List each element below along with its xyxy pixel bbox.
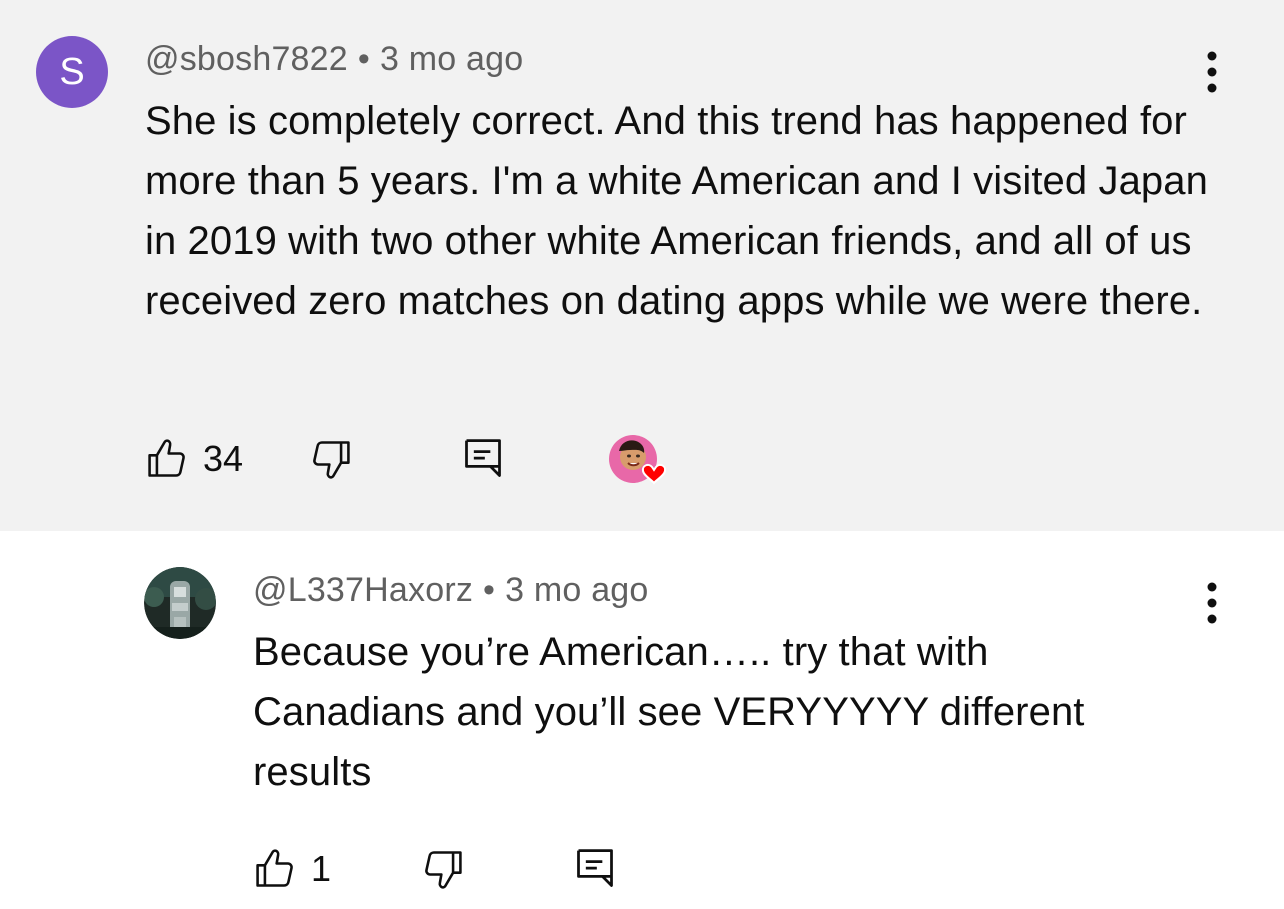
avatar-letter: S [59, 50, 85, 93]
comment-timestamp[interactable]: 3 mo ago [505, 571, 648, 609]
like-button[interactable]: 1 [253, 847, 331, 891]
more-vertical-icon[interactable] [1206, 50, 1218, 94]
comment-actions: 1 [253, 841, 617, 897]
comment-meta: @L337Haxorz • 3 mo ago [253, 571, 649, 610]
like-button[interactable]: 34 [145, 437, 243, 481]
thumbs-down-icon [313, 441, 350, 479]
avatar[interactable]: S [36, 36, 108, 108]
dislike-button[interactable] [309, 437, 353, 481]
like-count: 1 [311, 848, 332, 889]
comment-thread-top: S @sbosh7822 • 3 mo ago She is completely … [0, 0, 1284, 531]
comment-author[interactable]: @L337Haxorz [253, 571, 473, 609]
creator-heart-badge [609, 435, 667, 485]
thumbs-up-icon [256, 849, 293, 887]
reply-comment-icon [577, 849, 613, 887]
thumbs-up-icon [148, 439, 185, 477]
like-count: 34 [203, 438, 244, 479]
comment-text: She is completely correct. And this tren… [145, 99, 1208, 323]
meta-separator: • [483, 571, 496, 609]
comment-author[interactable]: @sbosh7822 [145, 40, 348, 78]
comment-text: Because you’re American….. try that with… [253, 630, 1085, 794]
thumbs-down-icon [425, 851, 462, 889]
comment-actions: 34 [145, 431, 505, 487]
comment-timestamp[interactable]: 3 mo ago [380, 40, 523, 78]
avatar[interactable] [144, 567, 216, 639]
comment-meta: @sbosh7822 • 3 mo ago [145, 40, 523, 79]
reply-comment-icon [465, 439, 501, 477]
more-vertical-icon[interactable] [1206, 581, 1218, 625]
meta-separator: • [357, 40, 370, 78]
reply-button[interactable] [573, 845, 617, 893]
comment-reply: @L337Haxorz • 3 mo ago Because you’re Amer… [0, 531, 1284, 909]
reply-button[interactable] [461, 435, 505, 483]
dislike-button[interactable] [421, 847, 465, 891]
